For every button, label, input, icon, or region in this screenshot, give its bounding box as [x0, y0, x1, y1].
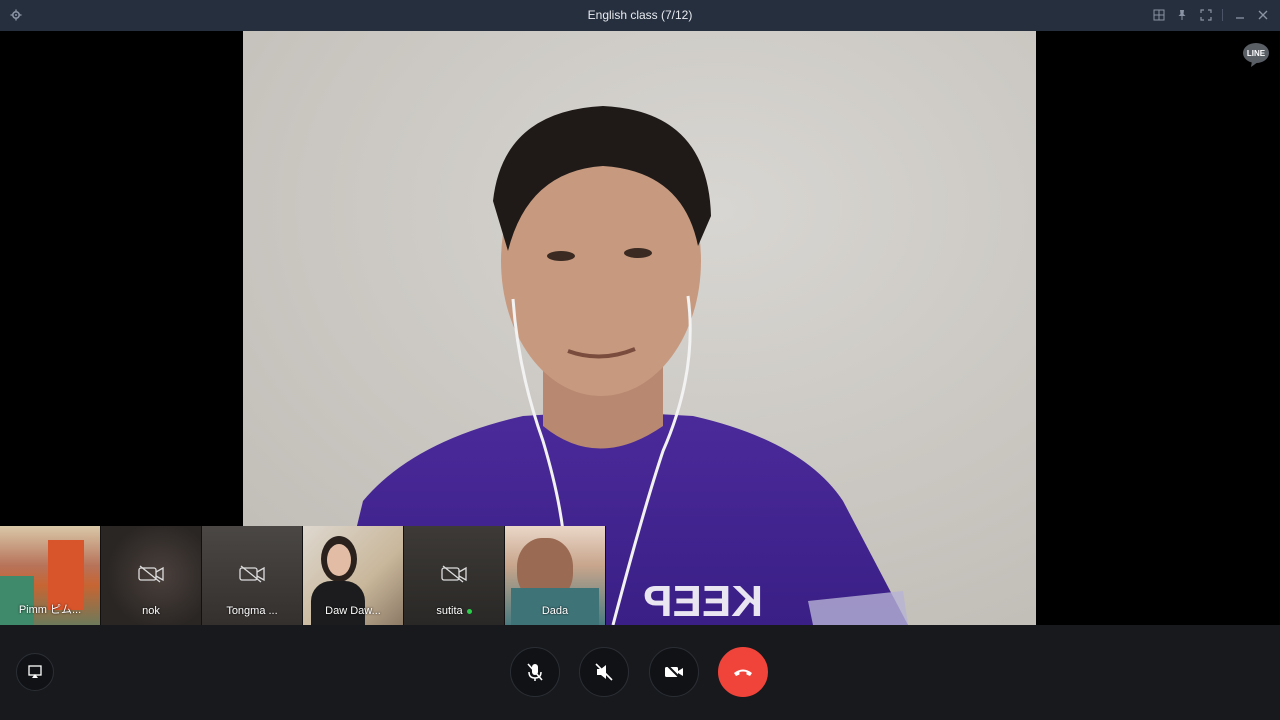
- participant-name: Pimm ピム...: [18, 604, 82, 616]
- microphone-off-icon: [527, 663, 543, 681]
- camera-off-icon: [138, 565, 164, 583]
- participant-name: nok: [142, 605, 160, 617]
- shirt-print-text: KEEP: [643, 577, 763, 625]
- participant-name: Tongma ...: [226, 605, 278, 617]
- speaking-indicator-dot: [466, 608, 472, 614]
- video-toggle-button[interactable]: [649, 647, 699, 697]
- window-title: English class (7/12): [587, 8, 693, 22]
- screen-share-button[interactable]: [16, 653, 54, 691]
- fullscreen-icon[interactable]: [1199, 8, 1213, 22]
- call-controls-bar: [0, 625, 1280, 720]
- video-camera-icon: [665, 663, 683, 681]
- close-icon[interactable]: [1256, 8, 1270, 22]
- grid-layout-icon[interactable]: [1152, 8, 1166, 22]
- participant-tile[interactable]: Tongma ...: [202, 526, 303, 625]
- participant-name: sutita: [408, 605, 500, 617]
- participant-name: Dada: [541, 605, 569, 617]
- minimize-icon[interactable]: [1233, 8, 1247, 22]
- participant-tile[interactable]: Daw Daw...: [303, 526, 404, 625]
- speaker-off-icon: [595, 663, 613, 681]
- participant-tile[interactable]: sutita: [404, 526, 505, 625]
- end-call-button[interactable]: [718, 647, 768, 697]
- participant-strip: Pimm ピム... nok Tongma ... Daw Daw... sut…: [0, 526, 606, 625]
- speaker-mute-button[interactable]: [579, 647, 629, 697]
- title-bar: English class (7/12): [0, 0, 1280, 31]
- participant-tile[interactable]: Pimm ピム...: [0, 526, 101, 625]
- participant-tile[interactable]: nok: [101, 526, 202, 625]
- pin-icon[interactable]: [1175, 8, 1189, 22]
- svg-text:LINE: LINE: [1247, 49, 1266, 58]
- titlebar-divider: [1222, 9, 1223, 21]
- line-logo: LINE: [1242, 42, 1270, 68]
- hang-up-icon: [734, 669, 752, 676]
- participant-tile[interactable]: Dada: [505, 526, 606, 625]
- camera-off-icon: [441, 565, 467, 583]
- participant-name: Daw Daw...: [325, 605, 381, 617]
- screen-share-icon: [28, 665, 42, 678]
- mute-microphone-button[interactable]: [510, 647, 560, 697]
- camera-off-icon: [239, 565, 265, 583]
